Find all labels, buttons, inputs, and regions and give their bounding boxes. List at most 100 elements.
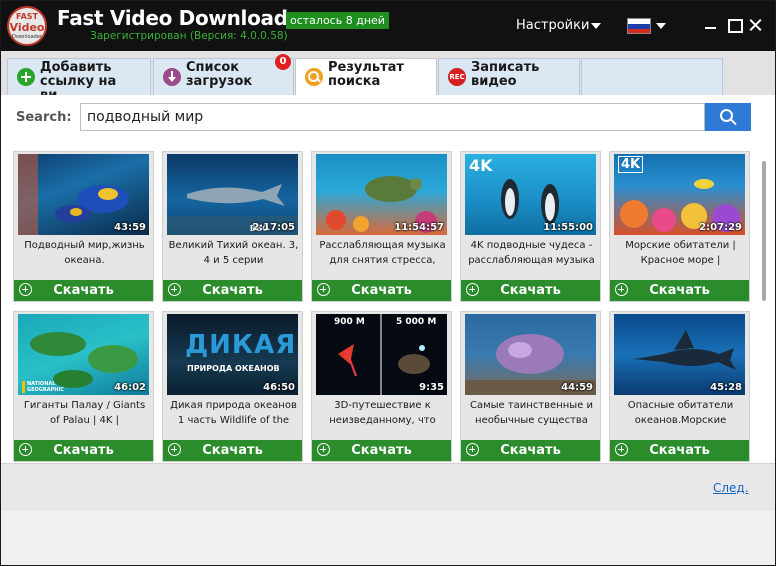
tab-empty[interactable] [581, 58, 723, 95]
download-button[interactable]: Скачать [163, 280, 302, 301]
video-title: Расслабляющая музыка для снятия стресса, [319, 240, 446, 266]
tab-label-line1: Записать [471, 60, 540, 75]
video-thumbnail[interactable]: 43:59 [18, 154, 149, 235]
chevron-down-icon[interactable] [591, 23, 601, 29]
video-title: Самые таинственные и необычные существа [469, 400, 594, 426]
logo-text-video: Video [9, 21, 45, 34]
video-title: Великий Тихий океан. 3, 4 и 5 серии [168, 240, 299, 266]
russia-flag-icon[interactable] [627, 18, 651, 34]
video-duration: 43:59 [114, 222, 146, 233]
download-button[interactable]: Скачать [610, 440, 749, 461]
status-area [1, 511, 775, 565]
tab-download-list[interactable]: Список загрузок [153, 58, 294, 95]
4k-logo-text: 4K [618, 156, 644, 173]
tab-label-line1: Список [186, 60, 240, 75]
search-input[interactable] [80, 103, 705, 131]
video-card[interactable]: BBC 2:17:05 Великий Тихий океан. 3, 4 и … [162, 151, 303, 302]
nat-geo-logo-text: NATIONAL GEOGRAPHIC [22, 381, 64, 393]
video-thumbnail[interactable]: ДИКАЯ ПРИРОДА ОКЕАНОВ 46:50 [167, 314, 298, 395]
results-scrollbar[interactable] [762, 161, 766, 301]
search-label: Search: [16, 110, 72, 125]
video-duration: 2:17:05 [252, 222, 295, 233]
tab-search-results[interactable]: Результат поиска [295, 58, 437, 96]
pagination-footer: След. [1, 463, 775, 511]
tab-bar: Добавить ссылку на ви... Список загрузок… [1, 51, 775, 103]
tab-label-line1: Результат [328, 60, 404, 75]
app-title: Fast Video Downloader [57, 6, 311, 30]
download-icon [163, 68, 181, 86]
video-title: Опасные обитатели океанов.Морские [627, 400, 734, 426]
wild-title-text: ДИКАЯ [185, 330, 297, 360]
download-button[interactable]: Скачать [461, 440, 600, 461]
download-button[interactable]: Скачать [610, 280, 749, 301]
4k-logo-text: 4K [469, 156, 493, 175]
registration-status: Зарегистрирован (Версия: 4.0.0.58) [90, 30, 288, 42]
download-button-label: Скачать [351, 443, 412, 458]
video-title: 4K подводные чудеса - расслабляющая музы… [468, 240, 595, 266]
video-duration: 45:28 [710, 382, 742, 393]
logo-text-downloader: Downloader [12, 34, 42, 40]
maximize-button[interactable] [724, 15, 744, 35]
title-bar: FAST Video Downloader Fast Video Downloa… [1, 1, 775, 51]
video-duration: 46:02 [114, 382, 146, 393]
close-button[interactable] [746, 15, 766, 35]
video-card[interactable]: 43:59 Подводный мир,жизнь океана. Скачат… [13, 151, 154, 302]
download-button[interactable]: Скачать [14, 280, 153, 301]
video-results-grid: 43:59 Подводный мир,жизнь океана. Скачат… [13, 151, 753, 463]
add-icon [17, 68, 35, 86]
video-card[interactable]: NATIONAL GEOGRAPHIC 46:02 Гиганты Палау … [13, 311, 154, 462]
video-card[interactable]: 4K 2:07:29 Морские обитатели | Красное м… [609, 151, 750, 302]
tab-label-line2: поиска [328, 74, 381, 89]
video-duration: 11:54:57 [394, 222, 444, 233]
search-icon [720, 109, 736, 125]
video-thumbnail[interactable]: 44:59 [465, 314, 596, 395]
search-icon [305, 68, 323, 86]
video-thumbnail[interactable]: BBC 2:17:05 [167, 154, 298, 235]
video-thumbnail[interactable]: 4K 2:07:29 [614, 154, 745, 235]
download-button[interactable]: Скачать [461, 280, 600, 301]
video-title: Подводный мир,жизнь океана. [24, 240, 145, 266]
trial-days-badge: осталось 8 дней [286, 12, 389, 29]
download-button[interactable]: Скачать [312, 440, 451, 461]
download-button-label: Скачать [202, 443, 263, 458]
search-results-panel: Search: 43:59 Подводный мир,жизнь океана… [1, 95, 775, 463]
tab-add-link[interactable]: Добавить ссылку на ви... [7, 58, 151, 103]
video-thumbnail[interactable]: NATIONAL GEOGRAPHIC 46:02 [18, 314, 149, 395]
video-thumbnail[interactable]: 45:28 [614, 314, 745, 395]
video-thumbnail[interactable]: 11:54:57 [316, 154, 447, 235]
download-button[interactable]: Скачать [163, 440, 302, 461]
download-button-label: Скачать [649, 443, 710, 458]
download-button-label: Скачать [202, 283, 263, 298]
ocean-subtitle-text: ПРИРОДА ОКЕАНОВ [187, 364, 280, 373]
depth-label-text: 5 000 M [396, 317, 437, 327]
rec-icon: REC [448, 68, 466, 86]
video-thumbnail[interactable]: 900 M 5 000 M 9:35 [316, 314, 447, 395]
video-thumbnail[interactable]: 4K 11:55:00 [465, 154, 596, 235]
minimize-button[interactable] [701, 15, 721, 35]
video-title: Гиганты Палау / Giants of Palau | 4K | [23, 400, 146, 426]
settings-menu[interactable]: Настройки [516, 18, 589, 33]
tab-label-line1: Добавить [40, 60, 112, 75]
video-title: Морские обитатели | Красное море | [625, 240, 736, 266]
video-card[interactable]: 4K 11:55:00 4K подводные чудеса - рассла… [460, 151, 601, 302]
next-page-link[interactable]: След. [713, 481, 749, 495]
download-button[interactable]: Скачать [14, 440, 153, 461]
depth-label-text: 900 M [334, 317, 365, 327]
tab-record-video[interactable]: REC Записать видео [438, 58, 580, 95]
logo-text-fast: FAST [16, 12, 38, 21]
app-window: FAST Video Downloader Fast Video Downloa… [0, 0, 776, 566]
video-duration: 44:59 [561, 382, 593, 393]
download-button-label: Скачать [53, 443, 114, 458]
video-duration: 9:35 [419, 382, 444, 393]
video-card[interactable]: ДИКАЯ ПРИРОДА ОКЕАНОВ 46:50 Дикая природ… [162, 311, 303, 462]
rec-icon-text: REC [449, 73, 465, 81]
tab-label-line2: видео [471, 74, 517, 89]
video-card[interactable]: 45:28 Опасные обитатели океанов.Морские … [609, 311, 750, 462]
video-card[interactable]: 44:59 Самые таинственные и необычные сущ… [460, 311, 601, 462]
video-card[interactable]: 900 M 5 000 M 9:35 3D-путешествие к неиз… [311, 311, 452, 462]
video-duration: 2:07:29 [699, 222, 742, 233]
video-card[interactable]: 11:54:57 Расслабляющая музыка для снятия… [311, 151, 452, 302]
chevron-down-icon[interactable] [656, 23, 666, 29]
download-button[interactable]: Скачать [312, 280, 451, 301]
search-button[interactable] [705, 103, 751, 131]
